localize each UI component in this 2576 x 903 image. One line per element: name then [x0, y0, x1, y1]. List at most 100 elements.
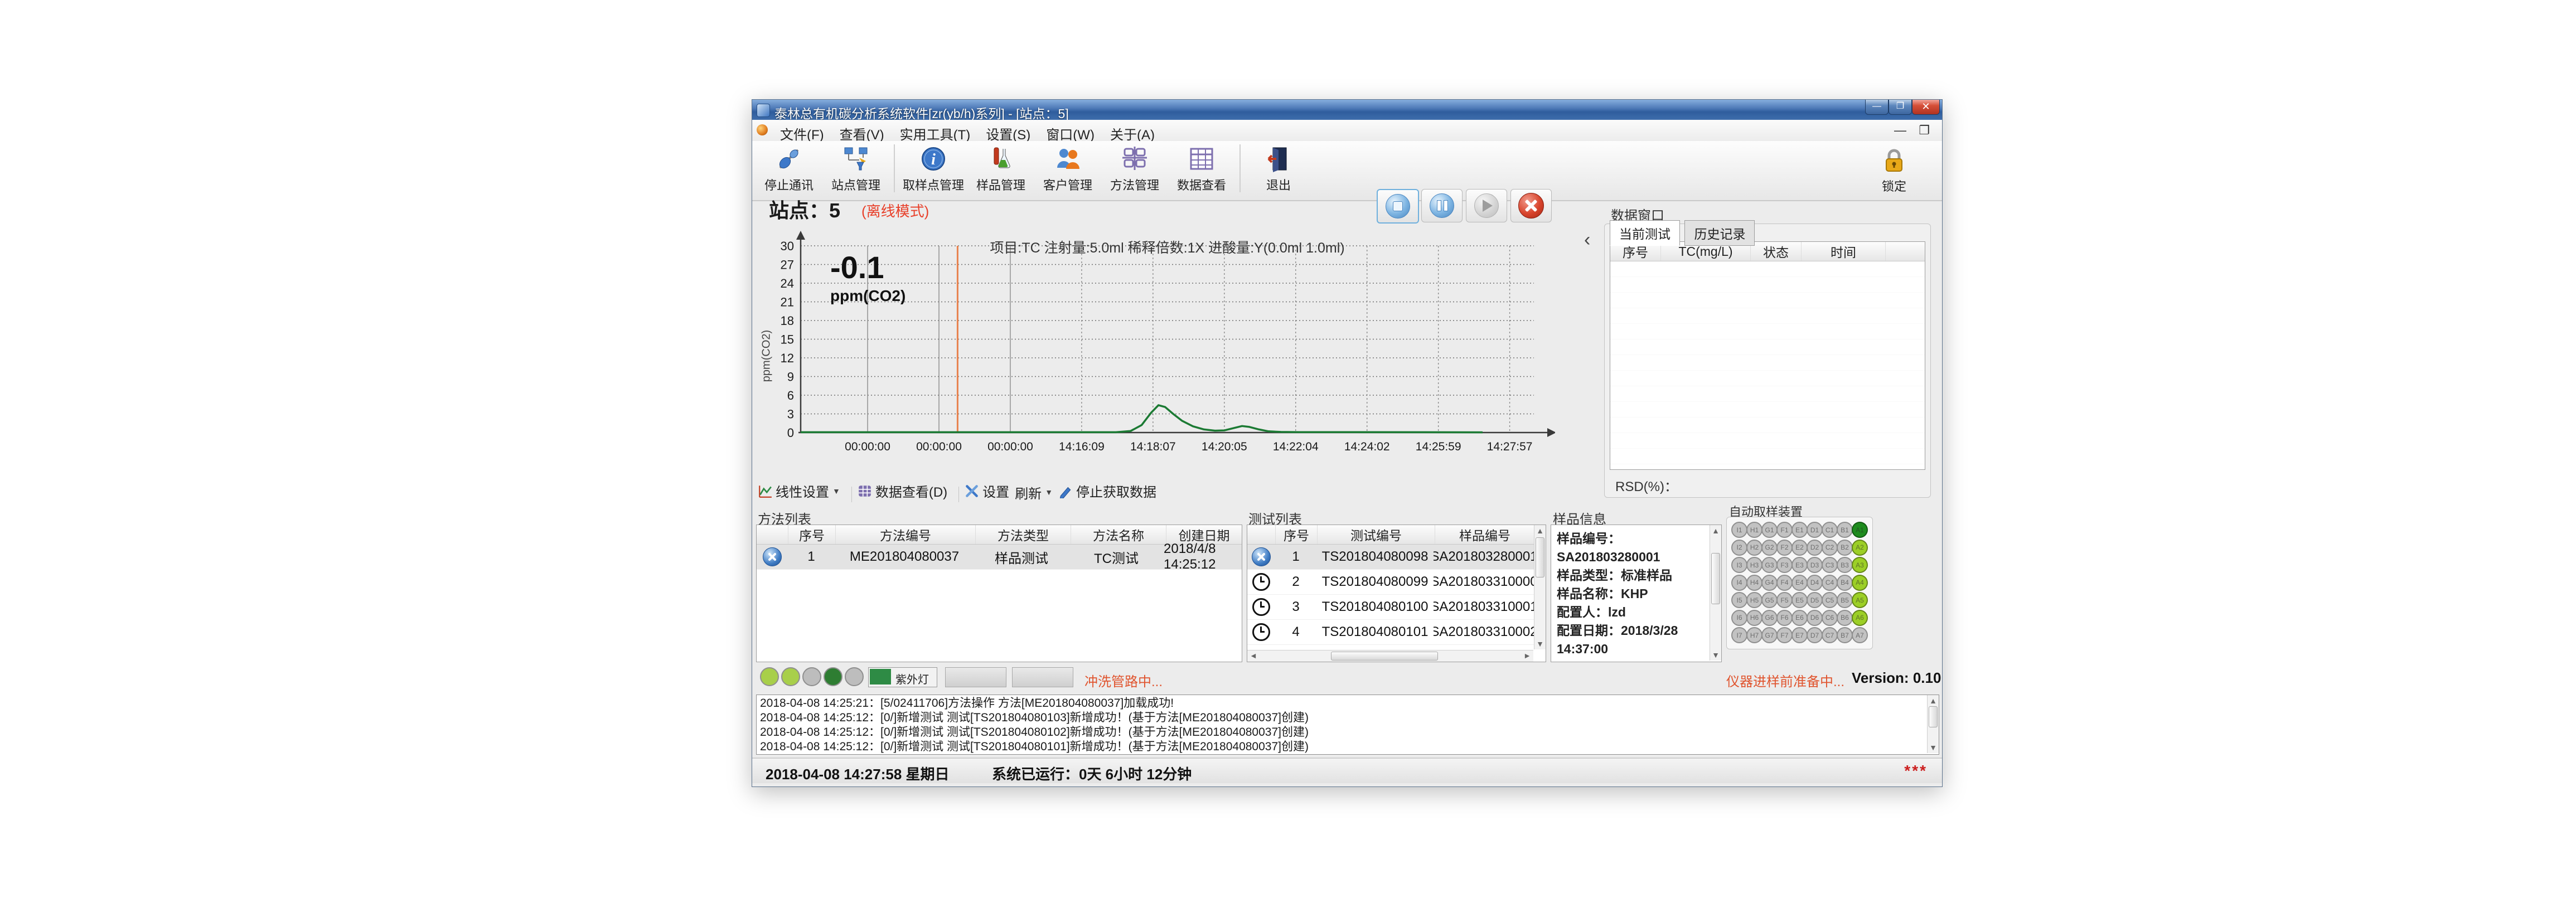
sampler-position-I1[interactable]: I1 — [1731, 522, 1747, 538]
sampler-position-B7[interactable]: B7 — [1837, 627, 1853, 643]
minimize-button[interactable]: — — [1865, 100, 1889, 115]
sampler-position-G7[interactable]: G7 — [1761, 627, 1778, 643]
sampler-position-E1[interactable]: E1 — [1791, 522, 1808, 538]
chart-tool-数据查看(D)[interactable]: 数据查看(D) — [858, 481, 947, 501]
mdi-restore-button[interactable]: ❐ — [1919, 123, 1930, 138]
sampler-position-C2[interactable]: C2 — [1822, 540, 1838, 556]
sampler-position-C4[interactable]: C4 — [1822, 575, 1838, 591]
method-row[interactable]: 1ME201804080037样品测试TC测试2018/4/8 14:25:12 — [757, 545, 1242, 570]
sampler-position-D2[interactable]: D2 — [1807, 540, 1823, 556]
toolbar-button-样品管理[interactable]: 样品管理 — [967, 142, 1034, 197]
sampler-position-B1[interactable]: B1 — [1837, 522, 1853, 538]
collapse-panel-arrow-icon[interactable]: ‹ — [1584, 229, 1590, 251]
sampler-position-C7[interactable]: C7 — [1822, 627, 1838, 643]
sampler-position-A5[interactable]: A5 — [1852, 592, 1868, 608]
sampler-position-F6[interactable]: F6 — [1776, 610, 1793, 626]
lock-button[interactable]: 锁定 — [1861, 143, 1928, 198]
sampler-position-H3[interactable]: H3 — [1746, 557, 1762, 573]
sampler-position-H2[interactable]: H2 — [1746, 540, 1762, 556]
test-list-hscrollbar[interactable]: ◄ ► — [1247, 650, 1533, 662]
sampler-position-A1[interactable]: A1 — [1852, 522, 1868, 538]
sampler-position-F4[interactable]: F4 — [1776, 575, 1793, 591]
sampler-position-E2[interactable]: E2 — [1791, 540, 1808, 556]
sampler-position-I2[interactable]: I2 — [1731, 540, 1747, 556]
sampler-position-E3[interactable]: E3 — [1791, 557, 1808, 573]
tab-history[interactable]: 历史记录 — [1684, 220, 1755, 246]
sampler-position-D4[interactable]: D4 — [1807, 575, 1823, 591]
sampler-position-B2[interactable]: B2 — [1837, 540, 1853, 556]
test-row[interactable]: 2TS201804080099SA201803310000 — [1247, 570, 1534, 595]
sampler-position-C6[interactable]: C6 — [1822, 610, 1838, 626]
sampler-position-F1[interactable]: F1 — [1776, 522, 1793, 538]
sampler-position-G2[interactable]: G2 — [1761, 540, 1778, 556]
toolbar-button-取样点管理[interactable]: i取样点管理 — [899, 142, 967, 197]
start-test-button[interactable] — [1466, 189, 1507, 222]
sampler-position-B4[interactable]: B4 — [1837, 575, 1853, 591]
log-scrollbar[interactable]: ▲▼ — [1927, 695, 1939, 753]
sampler-position-H5[interactable]: H5 — [1746, 592, 1762, 608]
sampler-position-I6[interactable]: I6 — [1731, 610, 1747, 626]
sampler-position-H4[interactable]: H4 — [1746, 575, 1762, 591]
sampler-position-E5[interactable]: E5 — [1791, 592, 1808, 608]
sampler-position-H6[interactable]: H6 — [1746, 610, 1762, 626]
test-list-vscrollbar[interactable]: ▲▼ — [1534, 525, 1546, 649]
sampler-position-H1[interactable]: H1 — [1746, 522, 1762, 538]
sampler-position-F2[interactable]: F2 — [1776, 540, 1793, 556]
sampler-position-A3[interactable]: A3 — [1852, 557, 1868, 573]
sampler-position-G6[interactable]: G6 — [1761, 610, 1778, 626]
sampler-position-E7[interactable]: E7 — [1791, 627, 1808, 643]
sampler-position-D3[interactable]: D3 — [1807, 557, 1823, 573]
sampler-position-I7[interactable]: I7 — [1731, 627, 1747, 643]
sampler-position-I4[interactable]: I4 — [1731, 575, 1747, 591]
close-button[interactable]: ✕ — [1912, 100, 1940, 115]
test-row[interactable]: 4TS201804080101SA201803310002 — [1247, 620, 1534, 645]
sampler-position-B5[interactable]: B5 — [1837, 592, 1853, 608]
sampler-position-C1[interactable]: C1 — [1822, 522, 1838, 538]
sampler-position-I3[interactable]: I3 — [1731, 557, 1747, 573]
sampler-position-D5[interactable]: D5 — [1807, 592, 1823, 608]
sampler-position-D7[interactable]: D7 — [1807, 627, 1823, 643]
sampler-position-I5[interactable]: I5 — [1731, 592, 1747, 608]
sampler-position-G1[interactable]: G1 — [1761, 522, 1778, 538]
sampler-position-B3[interactable]: B3 — [1837, 557, 1853, 573]
toolbar-button-退出[interactable]: 退出 — [1245, 142, 1312, 197]
sampler-position-A2[interactable]: A2 — [1852, 540, 1868, 556]
toolbar-button-站点管理[interactable]: 站点管理 — [822, 142, 889, 197]
chart-tool-停止获取数据[interactable]: 停止获取数据 — [1058, 481, 1156, 501]
sampler-position-D6[interactable]: D6 — [1807, 610, 1823, 626]
sampler-position-F7[interactable]: F7 — [1776, 627, 1793, 643]
chart-tool-设置[interactable]: 设置 — [965, 481, 1009, 501]
cancel-test-button[interactable] — [1510, 189, 1552, 222]
chart-tool-线性设置[interactable]: 线性设置▼ — [758, 481, 840, 501]
sampler-position-D1[interactable]: D1 — [1807, 522, 1823, 538]
sampler-position-A6[interactable]: A6 — [1852, 610, 1868, 626]
mdi-minimize-button[interactable]: — — [1894, 123, 1906, 138]
sampler-position-G5[interactable]: G5 — [1761, 592, 1778, 608]
test-cell: TS201804080098 — [1316, 549, 1434, 565]
sampler-position-F3[interactable]: F3 — [1776, 557, 1793, 573]
sampler-position-E6[interactable]: E6 — [1791, 610, 1808, 626]
sampler-position-G4[interactable]: G4 — [1761, 575, 1778, 591]
title-bar[interactable]: 泰林总有机碳分析系统软件[zr(yb/h)系列] - [站点：5] — ❐ ✕ — [752, 100, 1942, 120]
sampler-position-H7[interactable]: H7 — [1746, 627, 1762, 643]
sampler-position-A4[interactable]: A4 — [1852, 575, 1868, 591]
sampler-position-G3[interactable]: G3 — [1761, 557, 1778, 573]
toolbar-button-停止通讯[interactable]: 停止通讯 — [756, 142, 822, 197]
toolbar-button-方法管理[interactable]: 方法管理 — [1101, 142, 1168, 197]
maximize-button[interactable]: ❐ — [1889, 100, 1912, 115]
sampler-position-C3[interactable]: C3 — [1822, 557, 1838, 573]
sampler-position-A7[interactable]: A7 — [1852, 627, 1868, 643]
sampler-position-E4[interactable]: E4 — [1791, 575, 1808, 591]
toolbar-button-数据查看[interactable]: 数据查看 — [1168, 142, 1235, 197]
stop-test-button[interactable] — [1377, 189, 1419, 224]
sample-info-scrollbar[interactable]: ▲▼ — [1710, 525, 1721, 661]
tab-current-test[interactable]: 当前测试 — [1610, 220, 1680, 246]
chart-tool-刷新[interactable]: 刷新▼ — [1015, 483, 1053, 502]
test-row[interactable]: 1TS201804080098SA201803280001 — [1247, 545, 1534, 570]
test-row[interactable]: 3TS201804080100SA201803310001 — [1247, 595, 1534, 620]
sampler-position-B6[interactable]: B6 — [1837, 610, 1853, 626]
pause-test-button[interactable] — [1421, 189, 1463, 222]
sampler-position-F5[interactable]: F5 — [1776, 592, 1793, 608]
sampler-position-C5[interactable]: C5 — [1822, 592, 1838, 608]
toolbar-button-客户管理[interactable]: 客户管理 — [1034, 142, 1101, 197]
